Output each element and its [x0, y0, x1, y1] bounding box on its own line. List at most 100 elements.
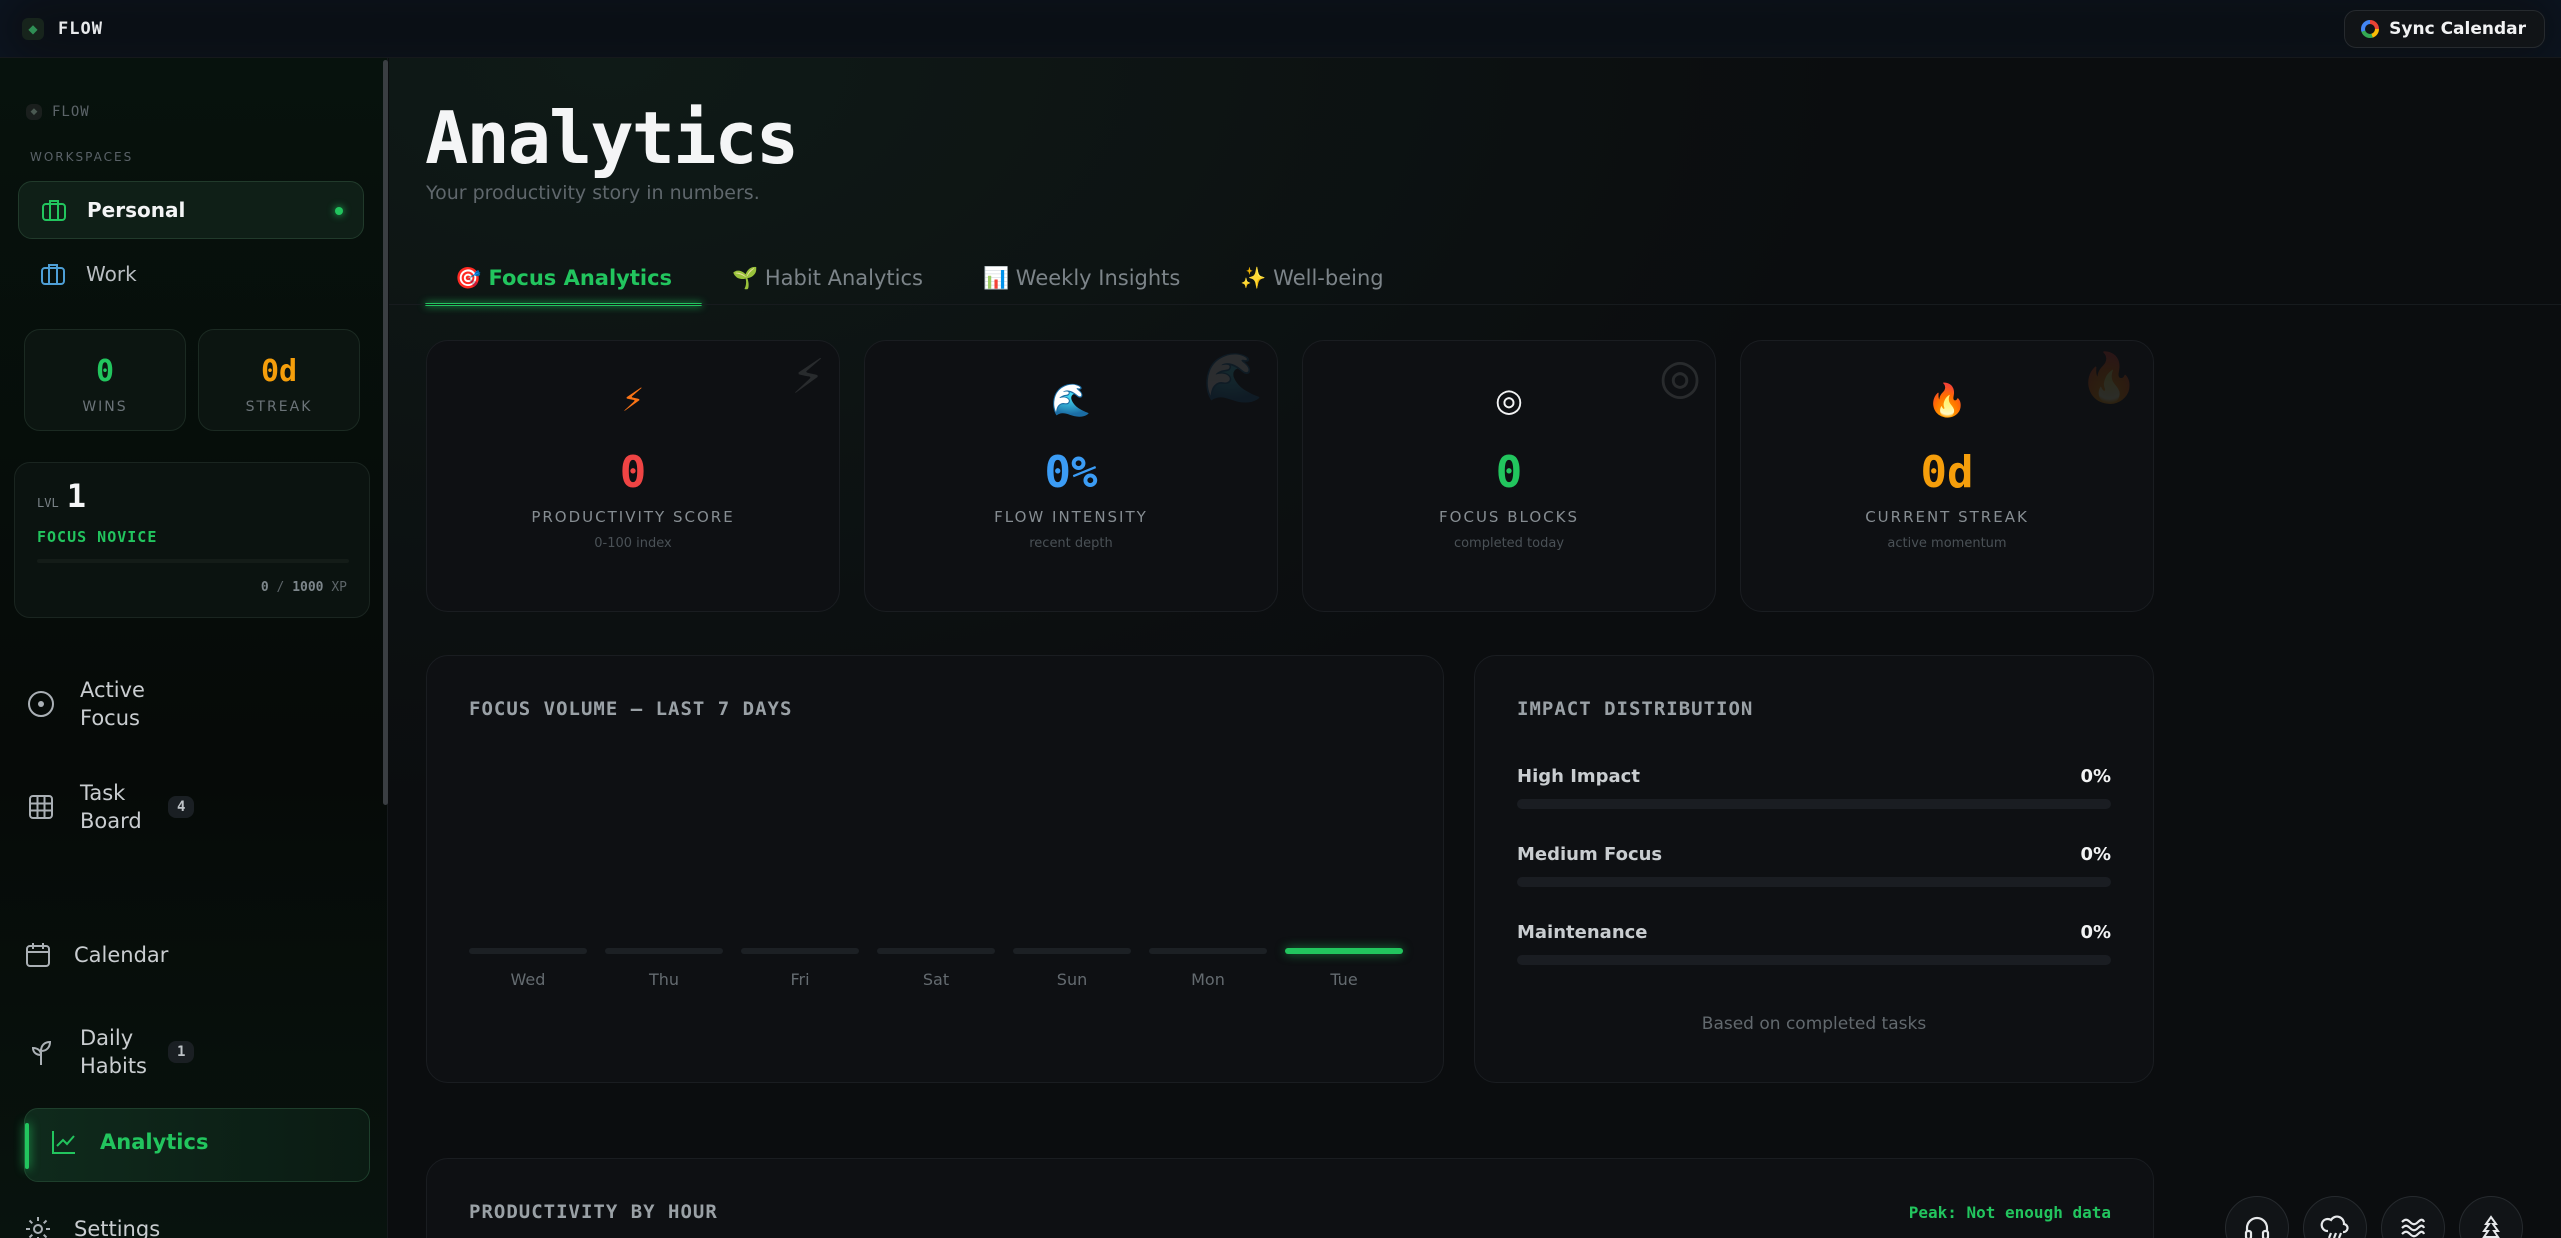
headphones-button[interactable]: [2225, 1196, 2289, 1238]
lightning-icon: ⚡: [791, 349, 825, 405]
nav-calendar[interactable]: Calendar: [24, 938, 370, 972]
wins-label: WINS: [82, 399, 128, 415]
tab-weekly-insights[interactable]: 📊 Weekly Insights: [953, 254, 1210, 302]
top-bar: ◆ FLOW Sync Calendar: [0, 0, 2561, 58]
nav-daily-habits[interactable]: Daily Habits 1: [24, 1024, 370, 1080]
calendar-icon: [24, 938, 52, 972]
kpi-sub: recent depth: [1029, 536, 1113, 551]
sync-calendar-button[interactable]: Sync Calendar: [2344, 10, 2545, 48]
sidebar: ◆ FLOW WORKSPACES Personal Work 0 WINS 0…: [0, 58, 388, 1238]
wave-icon: 🌊: [1203, 350, 1263, 406]
wins-value: 0: [95, 354, 115, 389]
day-bar: [1013, 948, 1131, 954]
page-title: Analytics: [425, 96, 799, 180]
target-icon: [24, 687, 58, 721]
nav-label: Analytics: [100, 1130, 209, 1154]
impact-bar: [1517, 799, 2111, 809]
briefcase-icon: [41, 264, 65, 285]
kpi-productivity-score: ⚡ ⚡ 0 PRODUCTIVITY SCORE 0-100 index: [426, 340, 840, 612]
waves-sound-button[interactable]: [2381, 1196, 2445, 1238]
kpi-label: CURRENT STREAK: [1865, 508, 2029, 526]
google-icon: [2361, 20, 2380, 38]
impact-bar: [1517, 955, 2111, 965]
day-label: Tue: [1330, 970, 1358, 989]
by-hour-title: PRODUCTIVITY BY HOUR: [469, 1201, 718, 1223]
forest-sound-button[interactable]: [2459, 1196, 2523, 1238]
wins-stat: 0 WINS: [24, 329, 186, 431]
level-card: LVL 1 FOCUS NOVICE 0 / 1000 XP: [14, 462, 370, 618]
nav-label: Calendar: [74, 943, 169, 967]
sidebar-scrollbar[interactable]: [383, 60, 388, 805]
nav-label: Active Focus: [80, 678, 145, 730]
workspace-work[interactable]: Work: [18, 245, 364, 303]
flow-logo-icon: ◆: [22, 18, 44, 40]
day-bar: [605, 948, 723, 954]
focus-volume-title: FOCUS VOLUME — LAST 7 DAYS: [469, 698, 793, 720]
day-column: Thu: [605, 948, 723, 989]
tab-well-being[interactable]: ✨ Well-being: [1210, 254, 1413, 302]
day-column: Tue: [1285, 948, 1403, 989]
level-prefix: LVL: [37, 496, 59, 510]
impact-footnote: Based on completed tasks: [1701, 1014, 1927, 1034]
impact-bar: [1517, 877, 2111, 887]
target-icon: ◎: [1495, 381, 1523, 419]
kpi-label: FOCUS BLOCKS: [1439, 508, 1579, 526]
nav-label: Daily Habits: [80, 1026, 147, 1078]
xp-readout: 0 / 1000 XP: [260, 580, 347, 595]
impact-label: Maintenance: [1517, 922, 1648, 943]
gear-icon: [24, 1212, 52, 1238]
kpi-value: 0%: [1044, 447, 1098, 498]
nav-active-focus[interactable]: Active Focus: [24, 676, 370, 732]
main-content: Analytics Your productivity story in num…: [389, 58, 2561, 1238]
level-value: 1: [66, 477, 86, 515]
nav-analytics[interactable]: Analytics: [50, 1125, 396, 1159]
day-bar-today: [1285, 948, 1403, 954]
nav-label: Settings: [74, 1217, 161, 1238]
impact-row: Maintenance 0%: [1517, 922, 2111, 965]
day-column: Fri: [741, 948, 859, 989]
tab-habit-analytics[interactable]: 🌱 Habit Analytics: [702, 254, 953, 302]
workspaces-heading: WORKSPACES: [30, 150, 134, 164]
focus-volume-card: FOCUS VOLUME — LAST 7 DAYS Wed Thu Fri S…: [426, 655, 1444, 1083]
day-label: Thu: [648, 970, 680, 989]
sync-calendar-label: Sync Calendar: [2389, 19, 2526, 39]
nav-settings[interactable]: Settings: [24, 1212, 370, 1238]
day-bar: [1149, 948, 1267, 954]
level-rank: FOCUS NOVICE: [37, 528, 158, 546]
day-label: Sat: [922, 970, 950, 989]
kpi-label: FLOW INTENSITY: [994, 508, 1148, 526]
impact-label: Medium Focus: [1517, 844, 1663, 865]
kpi-value: 0d: [1920, 447, 1974, 498]
kpi-current-streak: 🔥 🔥 0d CURRENT STREAK active momentum: [1740, 340, 2154, 612]
flow-logo-icon: ◆: [26, 104, 42, 120]
grid-icon: [24, 790, 58, 824]
rain-sound-button[interactable]: [2303, 1196, 2367, 1238]
impact-value: 0%: [2080, 844, 2111, 865]
day-bar: [741, 948, 859, 954]
chart-line-icon: [50, 1125, 78, 1159]
analytics-tabs: 🎯 Focus Analytics 🌱 Habit Analytics 📊 We…: [425, 254, 1414, 306]
brand-name: FLOW: [58, 19, 103, 39]
app-brand[interactable]: ◆ FLOW: [22, 18, 103, 40]
day-column: Sat: [877, 948, 995, 989]
day-label: Sun: [1056, 970, 1088, 989]
active-dot: [335, 207, 343, 215]
lightning-icon: ⚡: [621, 381, 645, 419]
kpi-label: PRODUCTIVITY SCORE: [531, 508, 735, 526]
impact-label: High Impact: [1517, 766, 1640, 787]
productivity-by-hour-card: PRODUCTIVITY BY HOUR Peak: Not enough da…: [426, 1158, 2154, 1238]
impact-title: IMPACT DISTRIBUTION: [1517, 698, 1754, 720]
kpi-sub: active momentum: [1887, 536, 2007, 551]
sprout-icon: [24, 1035, 58, 1069]
fire-icon: 🔥: [2079, 350, 2139, 406]
nav-task-board[interactable]: Task Board 4: [24, 779, 370, 835]
streak-stat: 0d STREAK: [198, 329, 360, 431]
streak-label: STREAK: [245, 399, 313, 415]
tab-focus-analytics[interactable]: 🎯 Focus Analytics: [425, 254, 703, 306]
kpi-value: 0: [619, 447, 647, 498]
habit-count-badge: 1: [168, 1041, 195, 1063]
workspace-personal[interactable]: Personal: [18, 181, 364, 239]
streak-value: 0d: [260, 354, 298, 389]
workspace-label: Personal: [87, 198, 186, 222]
day-label: Fri: [790, 970, 810, 989]
